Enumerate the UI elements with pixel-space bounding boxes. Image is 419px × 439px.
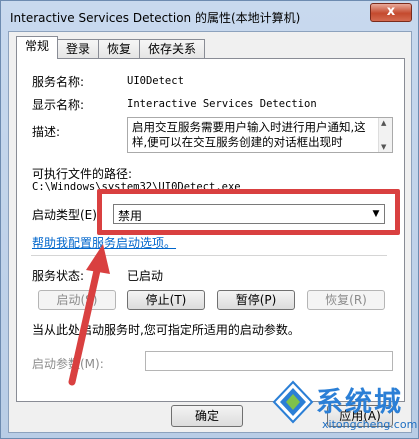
scroll-up-icon[interactable]: ▲ <box>381 119 386 127</box>
description-label: 描述: <box>32 125 61 139</box>
display-name-label: 显示名称: <box>32 98 85 112</box>
service-status-value: 已启动 <box>127 269 164 283</box>
tab-dependencies[interactable]: 依存关系 <box>139 39 206 59</box>
start-params-label: 启动参数(M): <box>32 357 104 371</box>
close-icon: x <box>386 4 396 19</box>
title-bar[interactable]: Interactive Services Detection 的属性(本地计算机… <box>1 1 418 31</box>
close-button[interactable]: x <box>370 3 412 22</box>
start-params-hint: 当从此处启动服务时,您可指定所适用的启动参数。 <box>32 323 300 337</box>
description-text: 启用交互服务需要用户输入时进行用户通知,这样,便可以在交互服务创建的对话框出现时 <box>132 120 366 149</box>
watermark-logo-icon <box>272 380 314 424</box>
ok-button[interactable]: 确定 <box>171 405 243 427</box>
watermark-subtitle: xitongcheng.com <box>322 418 418 431</box>
display-name-value: Interactive Services Detection <box>127 98 317 110</box>
startup-type-label: 启动类型(E): <box>32 208 101 222</box>
exe-path-label: 可执行文件的路径: <box>32 167 133 181</box>
tab-strip: 常规 登录 恢复 依存关系 <box>16 36 206 59</box>
help-configure-link[interactable]: 帮助我配置服务启动选项。 <box>32 234 176 251</box>
watermark-title: 系统城 <box>316 387 403 418</box>
tab-logon[interactable]: 登录 <box>57 39 100 59</box>
tab-general[interactable]: 常规 <box>16 36 59 59</box>
service-name-label: 服务名称: <box>32 75 85 89</box>
watermark: 系统城 xitongcheng.com <box>270 376 418 436</box>
description-box[interactable]: 启用交互服务需要用户输入时进行用户通知,这样,便可以在交互服务创建的对话框出现时… <box>127 117 393 153</box>
start-button[interactable]: 启动(S) <box>38 290 116 310</box>
highlight-box <box>97 189 400 235</box>
scroll-down-icon[interactable]: ▼ <box>381 143 386 151</box>
pause-button[interactable]: 暂停(P) <box>217 290 295 310</box>
stop-button[interactable]: 停止(T) <box>127 290 205 310</box>
resume-button[interactable]: 恢复(R) <box>307 290 385 310</box>
description-scrollbar[interactable]: ▲ ▼ <box>378 118 392 152</box>
separator <box>31 255 387 256</box>
start-params-input[interactable] <box>145 351 393 371</box>
tab-recovery[interactable]: 恢复 <box>98 39 141 59</box>
service-status-label: 服务状态: <box>32 269 85 283</box>
window-title: Interactive Services Detection 的属性(本地计算机… <box>10 11 301 25</box>
service-name-value: UI0Detect <box>127 75 184 87</box>
